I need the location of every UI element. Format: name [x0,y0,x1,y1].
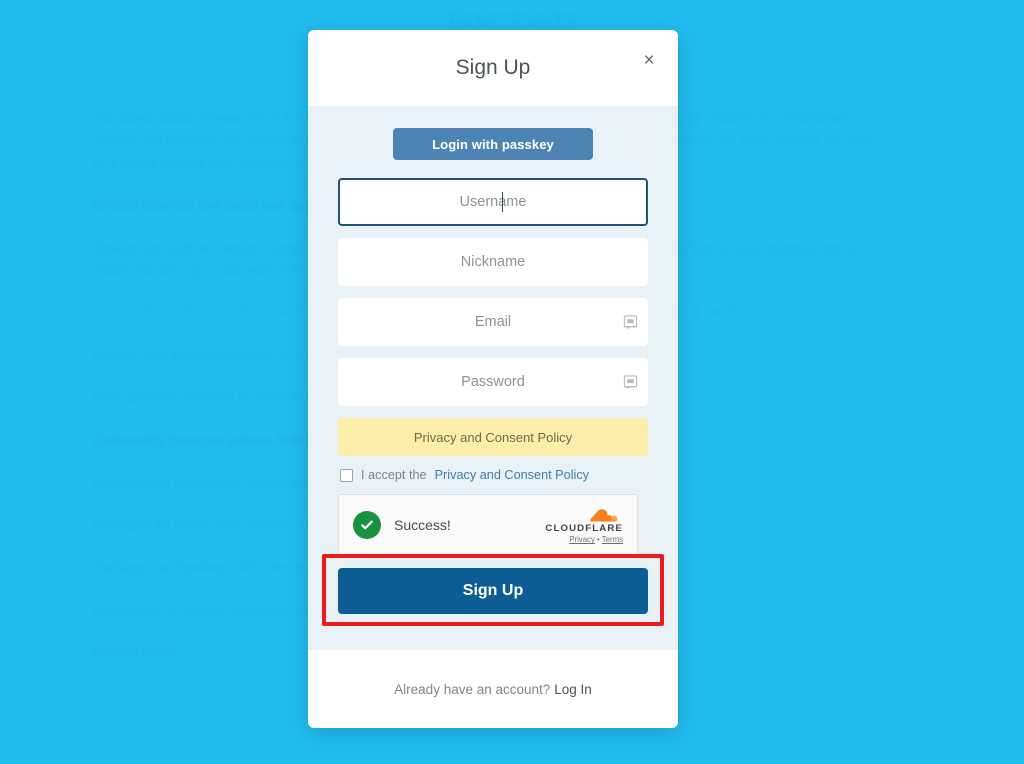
nickname-field-wrapper [338,238,648,286]
modal-header: Sign Up × [308,30,678,106]
email-field-wrapper [338,298,648,346]
login-link[interactable]: Log In [554,682,592,697]
cloudflare-wordmark: CLOUDFLARE [545,522,623,534]
consent-row: I accept the Privacy and Consent Policy [338,468,648,482]
cloudflare-cloud-icon [590,509,618,522]
cloudflare-branding: CLOUDFLARE Privacy • Terms [545,506,623,544]
nickname-input[interactable] [338,238,648,286]
turnstile-status-label: Success! [394,517,451,533]
modal-body: Login with passkey Username Nickname Ema… [308,106,678,650]
turnstile-terms-link[interactable]: Terms [602,535,623,544]
footer-text: Already have an account? [394,681,551,697]
turnstile-privacy-link[interactable]: Privacy [569,535,595,544]
username-input[interactable] [338,178,648,226]
consent-checkbox[interactable] [340,468,353,482]
text-caret [502,192,503,212]
signup-modal: Sign Up × Login with passkey Username Ni… [308,30,678,728]
email-input[interactable] [338,298,648,346]
signup-button-zone: Sign Up [322,554,664,626]
password-input[interactable] [338,358,648,406]
close-icon[interactable]: × [638,49,660,71]
modal-title: Sign Up [455,56,531,79]
modal-footer: Already have an account? Log In [308,650,678,728]
success-check-icon [353,511,381,539]
signup-submit-button[interactable]: Sign Up [338,568,648,614]
consent-policy-link[interactable]: Privacy and Consent Policy [435,468,589,482]
privacy-policy-banner[interactable]: Privacy and Consent Policy [338,418,648,456]
login-with-passkey-button[interactable]: Login with passkey [393,128,593,160]
turnstile-link-separator: • [594,535,602,545]
cloudflare-turnstile-widget[interactable]: Success! CLOUDFLARE Privacy • Terms [338,494,638,556]
consent-prefix-label: I accept the [361,468,427,482]
turnstile-links: Privacy • Terms [569,536,623,544]
password-manager-autofill-icon[interactable] [623,315,638,330]
password-manager-autofill-icon[interactable] [623,375,638,390]
password-field-wrapper [338,358,648,406]
username-field-wrapper [338,178,648,226]
